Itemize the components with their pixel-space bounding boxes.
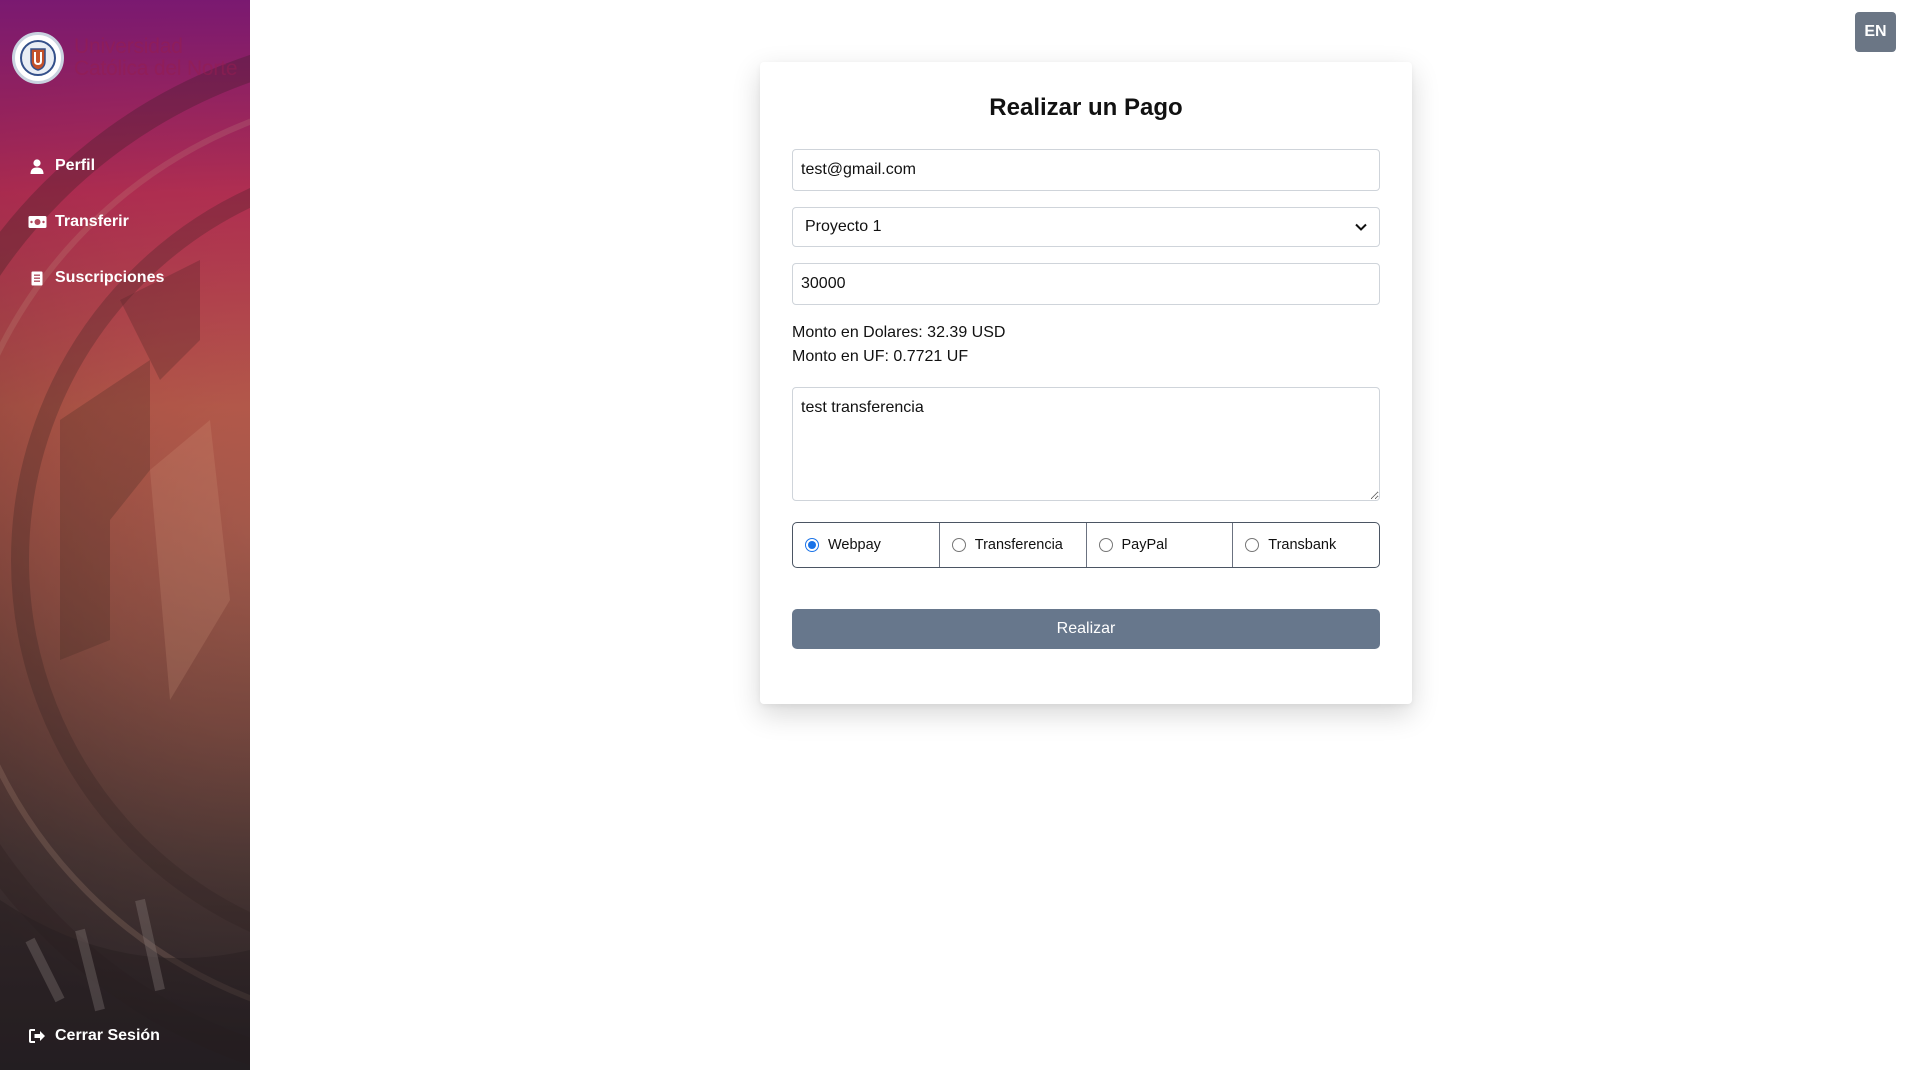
university-seal-icon [12, 32, 64, 84]
payment-option-label: Webpay [828, 537, 881, 553]
logout-label: Cerrar Sesión [55, 1027, 160, 1044]
project-select-value: Proyecto 1 [805, 218, 882, 235]
university-name-line2: Católica del Norte [74, 57, 238, 80]
usd-amount-text: Monto en Dolares: 32.39 USD [792, 324, 1006, 341]
language-toggle-button[interactable]: EN [1855, 12, 1896, 52]
university-name: Universidad Católica del Norte [74, 35, 238, 80]
sidebar-nav: Perfil Transferir Suscripciones [0, 138, 250, 306]
payment-option-transbank[interactable]: Transbank [1233, 523, 1379, 567]
sidebar-item-suscripciones[interactable]: Suscripciones [0, 250, 250, 306]
sidebar-item-transferir[interactable]: Transferir [0, 194, 250, 250]
app-root: Universidad Católica del Norte Perfil Tr… [0, 0, 1910, 1070]
sidebar: Universidad Católica del Norte Perfil Tr… [0, 0, 250, 1070]
payment-option-label: Transferencia [974, 537, 1063, 553]
sidebar-item-label: Transferir [55, 213, 129, 230]
payment-option-label: PayPal [1121, 537, 1168, 553]
sidebar-item-label: Perfil [55, 157, 96, 174]
logout-button[interactable]: Cerrar Sesión [0, 1016, 250, 1056]
radio-webpay[interactable] [805, 538, 819, 552]
amount-field[interactable] [792, 263, 1380, 305]
payment-form-card: Realizar un Pago Proyecto 1 Monto en Dol… [760, 62, 1412, 704]
sign-out-icon [27, 1026, 47, 1046]
money-bill-icon [27, 212, 47, 232]
university-brand[interactable]: Universidad Católica del Norte [12, 32, 238, 84]
payment-option-paypal[interactable]: PayPal [1087, 523, 1234, 567]
project-select[interactable]: Proyecto 1 [792, 207, 1380, 247]
payment-method-group: Webpay Transferencia PayPal Transbank [792, 522, 1380, 568]
receipt-icon [27, 268, 47, 288]
sidebar-item-label: Suscripciones [55, 269, 165, 286]
user-icon [27, 156, 47, 176]
payment-option-label: Transbank [1268, 537, 1337, 553]
page-title: Realizar un Pago [989, 94, 1183, 121]
payment-option-webpay[interactable]: Webpay [793, 523, 940, 567]
sidebar-item-perfil[interactable]: Perfil [0, 138, 250, 194]
submit-payment-button[interactable]: Realizar [792, 609, 1380, 649]
radio-transbank[interactable] [1245, 538, 1260, 552]
chevron-down-icon [1355, 218, 1367, 236]
payment-option-transferencia[interactable]: Transferencia [940, 523, 1087, 567]
university-name-line1: Universidad [74, 35, 183, 58]
email-field[interactable] [792, 149, 1380, 191]
radio-paypal[interactable] [1098, 538, 1113, 552]
uf-amount-text: Monto en UF: 0.7721 UF [792, 348, 969, 365]
radio-transferencia[interactable] [951, 538, 966, 552]
description-textarea[interactable]: test transferencia [792, 387, 1380, 501]
